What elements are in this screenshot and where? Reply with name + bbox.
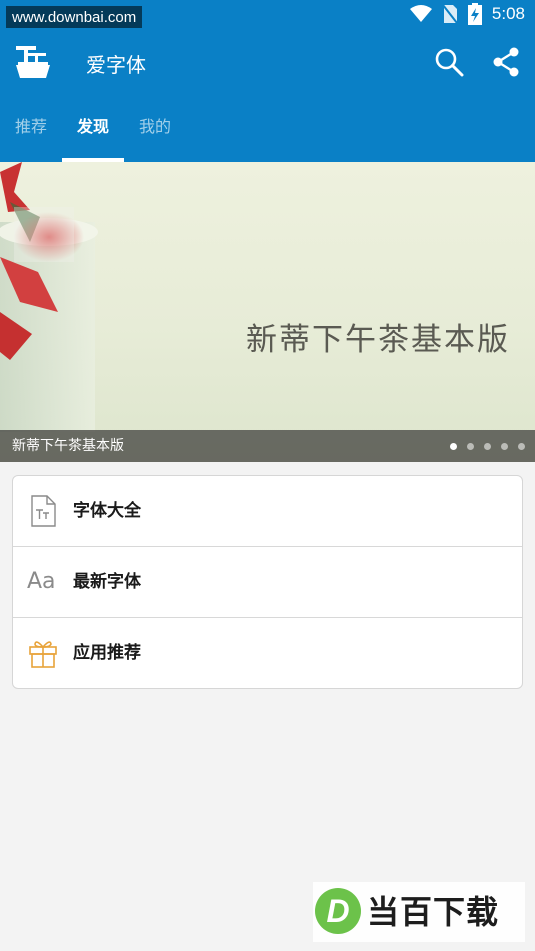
banner-image xyxy=(0,162,98,432)
menu-item-all-fonts[interactable]: 字体大全 xyxy=(13,476,522,547)
gift-icon xyxy=(29,641,57,668)
carousel-dot[interactable] xyxy=(484,443,491,450)
no-sim-icon xyxy=(442,4,458,24)
carousel-dot[interactable] xyxy=(450,443,457,450)
status-bar: www.downbai.com 5:08 xyxy=(0,0,535,30)
app-title: 爱字体 xyxy=(86,53,146,77)
banner-caption-bar: 新蒂下午茶基本版 xyxy=(0,430,535,462)
tab-discover[interactable]: 发现 xyxy=(62,98,124,162)
banner-carousel[interactable]: 新蒂下午茶基本版 新蒂下午茶基本版 xyxy=(0,162,535,462)
tab-recommend[interactable]: 推荐 xyxy=(0,98,62,162)
watermark-d-icon: D xyxy=(315,888,361,934)
tab-mine[interactable]: 我的 xyxy=(124,98,186,162)
banner-caption: 新蒂下午茶基本版 xyxy=(12,438,124,454)
carousel-dot[interactable] xyxy=(518,443,525,450)
status-time: 5:08 xyxy=(491,4,525,23)
battery-charging-icon xyxy=(467,3,482,25)
status-icons: 5:08 xyxy=(409,2,525,26)
carousel-dot[interactable] xyxy=(467,443,474,450)
menu-item-app-recommend[interactable]: 应用推荐 xyxy=(13,618,522,688)
aa-icon: Aa xyxy=(27,569,56,594)
search-icon[interactable] xyxy=(434,47,464,77)
tab-bar: 推荐 发现 我的 xyxy=(0,98,535,162)
menu-item-latest-fonts[interactable]: Aa 最新字体 xyxy=(13,547,522,618)
watermark-url: www.downbai.com xyxy=(6,6,143,30)
wifi-icon xyxy=(409,5,432,22)
app-bar: 爱字体 xyxy=(0,28,535,98)
banner-title: 新蒂下午茶基本版 xyxy=(246,322,510,358)
font-file-icon xyxy=(31,495,56,527)
menu-label: 字体大全 xyxy=(73,501,141,521)
menu-card: 字体大全 Aa 最新字体 应用推荐 xyxy=(12,475,523,689)
menu-label: 最新字体 xyxy=(73,572,141,592)
share-icon[interactable] xyxy=(490,46,522,78)
carousel-dot[interactable] xyxy=(501,443,508,450)
carousel-dots xyxy=(450,443,525,450)
app-logo-icon xyxy=(16,46,50,78)
menu-label: 应用推荐 xyxy=(73,643,141,663)
watermark-text: 当百下载 xyxy=(367,893,500,931)
watermark-logo: D 当百下载 xyxy=(313,882,525,942)
